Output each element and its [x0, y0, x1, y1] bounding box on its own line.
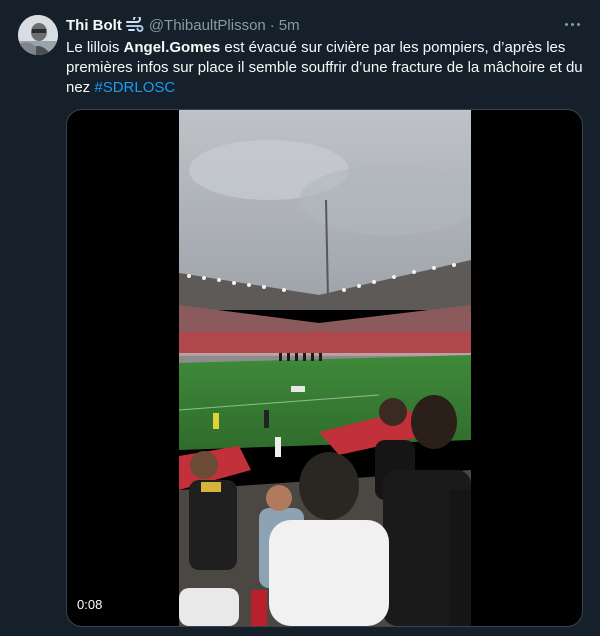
video-player[interactable]: 0:08 — [66, 109, 583, 627]
tweet-timestamp[interactable]: 5m — [279, 17, 300, 34]
author-name[interactable]: Thi Bolt — [66, 17, 122, 34]
video-frame — [179, 110, 471, 626]
author-handle[interactable]: @ThibaultPlisson — [149, 17, 266, 34]
tweet-text: Le lillois Angel.Gomes est évacué sur ci… — [66, 38, 586, 98]
separator-dot: · — [269, 16, 275, 34]
dashing-away-icon — [125, 17, 144, 33]
tweet-header: Thi Bolt @ThibaultPlisson · 5m — [66, 15, 582, 35]
more-options-icon[interactable] — [562, 14, 582, 34]
video-duration: 0:08 — [77, 597, 103, 612]
tweet: Thi Bolt @ThibaultPlisson · 5m Le lilloi… — [0, 0, 600, 636]
mention-name: Angel.Gomes — [123, 39, 221, 56]
stadium-scene — [179, 110, 471, 626]
hashtag-link[interactable]: #SDRLOSC — [94, 79, 175, 96]
avatar[interactable] — [18, 15, 58, 55]
avatar-image — [18, 15, 58, 55]
tweet-text-part1: Le lillois — [66, 39, 124, 56]
